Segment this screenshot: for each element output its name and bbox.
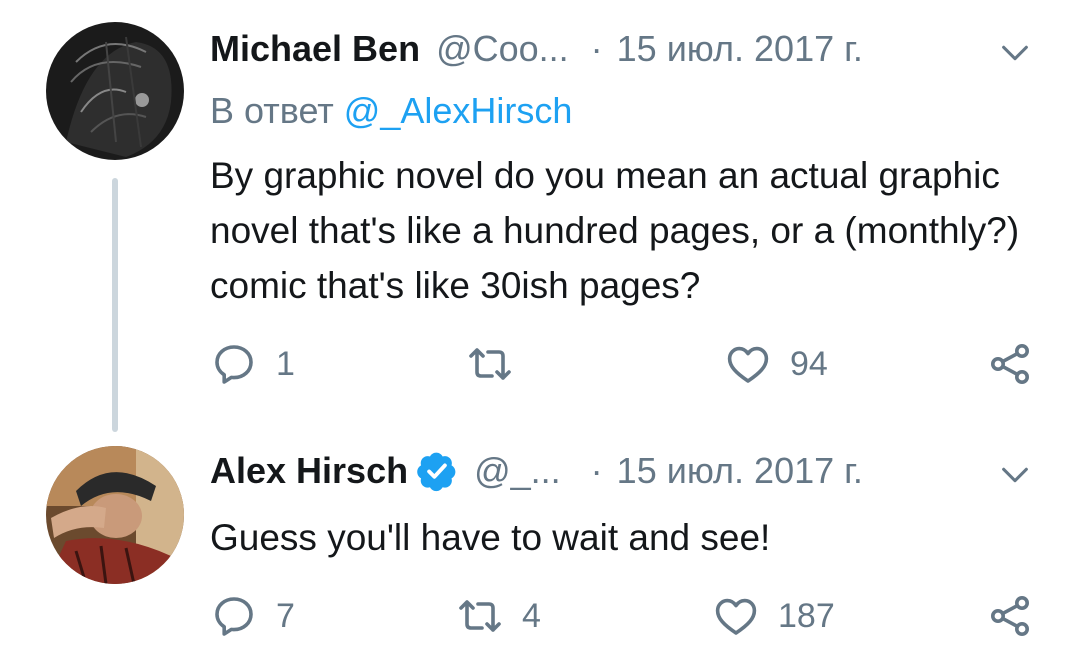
reply-count: 7: [276, 596, 295, 635]
reply-button[interactable]: 1: [210, 340, 295, 388]
tweet-alex-hirsch: Alex Hirsch @_... · 15 июл. 2017 г. Gues…: [0, 440, 1080, 666]
tweet-header: Michael Ben @Coo... · 15 июл. 2017 г.: [210, 28, 863, 70]
like-icon: [715, 598, 757, 635]
author-name[interactable]: Alex Hirsch: [210, 450, 408, 492]
tweet-date[interactable]: 15 июл. 2017 г.: [617, 450, 863, 492]
chevron-down-icon[interactable]: [998, 458, 1032, 492]
author-name[interactable]: Michael Ben: [210, 28, 420, 70]
share-button[interactable]: [986, 340, 1034, 388]
like-count: 187: [778, 596, 835, 635]
chevron-down-icon[interactable]: [998, 36, 1032, 70]
author-handle[interactable]: @Coo...: [436, 28, 569, 70]
retweet-count: 4: [522, 596, 541, 635]
reply-prefix: В ответ: [210, 90, 344, 131]
tweet-actions: 7 4 187: [210, 592, 1040, 642]
tweet-date[interactable]: 15 июл. 2017 г.: [617, 28, 863, 70]
share-icon: [991, 344, 1029, 384]
avatar-image: [46, 446, 184, 584]
share-button[interactable]: [986, 592, 1034, 640]
reply-button[interactable]: 7: [210, 592, 295, 640]
share-icon: [991, 596, 1029, 636]
tweet-header: Alex Hirsch @_... · 15 июл. 2017 г.: [210, 450, 863, 492]
like-icon: [727, 346, 769, 383]
like-button[interactable]: 187: [712, 592, 835, 640]
verified-icon: [417, 452, 456, 492]
avatar[interactable]: [46, 22, 184, 160]
reply-context: В ответ @_AlexHirsch: [210, 90, 572, 132]
reply-icon: [215, 345, 253, 384]
separator-dot: ·: [590, 450, 603, 491]
reply-handle-link[interactable]: @_AlexHirsch: [344, 90, 573, 131]
avatar-image: [46, 22, 184, 160]
retweet-button[interactable]: [466, 340, 532, 388]
tweet-michael-ben: Michael Ben @Coo... · 15 июл. 2017 г. В …: [0, 0, 1080, 440]
tweet-actions: 1 94: [210, 340, 1040, 390]
tweet-text: Guess you'll have to wait and see!: [210, 517, 771, 558]
like-button[interactable]: 94: [724, 340, 828, 388]
author-handle[interactable]: @_...: [474, 450, 561, 492]
tweet-text: By graphic novel do you mean an actual g…: [210, 155, 1020, 306]
like-count: 94: [790, 344, 828, 383]
avatar[interactable]: [46, 446, 184, 584]
reply-count: 1: [276, 344, 295, 383]
separator-dot: ·: [590, 28, 603, 69]
retweet-icon: [459, 600, 501, 632]
retweet-button[interactable]: 4: [456, 592, 541, 640]
retweet-icon: [469, 348, 511, 380]
reply-icon: [215, 597, 253, 636]
